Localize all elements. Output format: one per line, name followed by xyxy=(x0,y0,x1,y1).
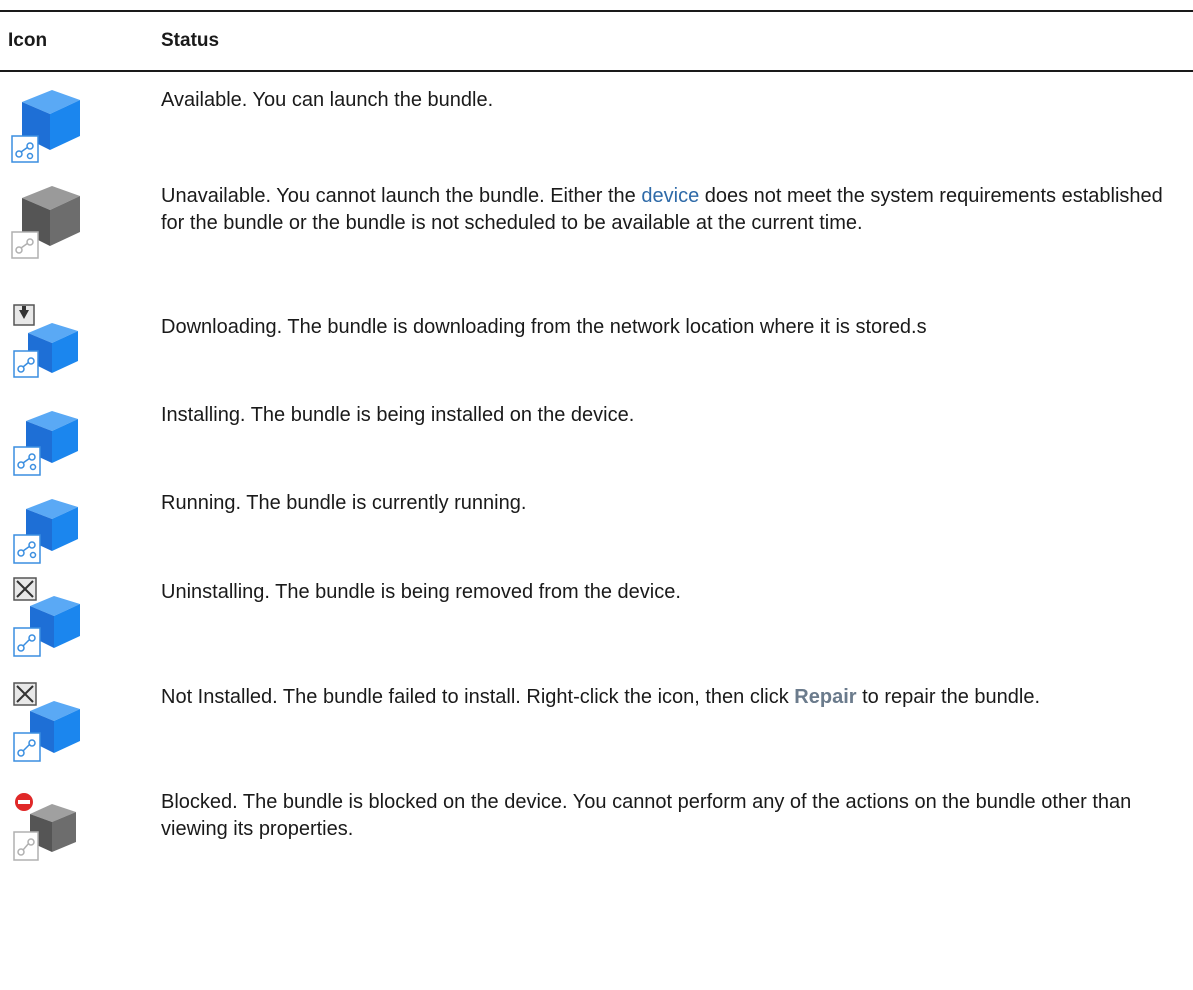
table-row: Unavailable. You cannot launch the bundl… xyxy=(0,168,1193,299)
table-row: Installing. The bundle is being installe… xyxy=(0,387,1193,476)
bundle-downloading-icon xyxy=(13,304,78,378)
status-text: Not Installed. The bundle failed to inst… xyxy=(161,669,1181,774)
bundle-not-installed-icon xyxy=(13,682,80,762)
status-table: Icon Status Available. You can launch th… xyxy=(0,10,1193,864)
table-row: Available. You can launch the bundle. xyxy=(0,72,1193,168)
table-row: Running. The bundle is currently running… xyxy=(0,475,1193,564)
table-row: Blocked. The bundle is blocked on the de… xyxy=(0,774,1193,864)
status-text: Installing. The bundle is being installe… xyxy=(161,404,635,426)
status-text-part: to repair the bundle. xyxy=(856,686,1041,708)
bundle-unavailable-icon xyxy=(11,186,80,259)
table-row: Not Installed. The bundle failed to inst… xyxy=(0,669,1193,774)
repair-menu-term: Repair xyxy=(794,686,857,708)
status-text: Downloading. The bundle is downloading f… xyxy=(161,316,927,338)
column-header-icon: Icon xyxy=(8,30,48,51)
status-text: Unavailable. You cannot launch the bundl… xyxy=(161,168,1181,299)
status-text: Available. You can launch the bundle. xyxy=(161,89,494,111)
status-text-part: Not Installed. The bundle failed to inst… xyxy=(161,686,795,708)
device-link[interactable]: device xyxy=(641,185,699,207)
status-text-part: Unavailable. You cannot launch the bundl… xyxy=(161,185,642,207)
status-text: Running. The bundle is currently running… xyxy=(161,492,527,514)
table-header: Icon Status xyxy=(0,12,1193,72)
table-row: Downloading. The bundle is downloading f… xyxy=(0,299,1193,387)
bundle-blocked-icon xyxy=(13,793,76,861)
bundle-running-icon xyxy=(13,499,78,564)
bundle-installing-icon xyxy=(13,411,78,476)
bundle-uninstalling-icon xyxy=(13,577,80,657)
column-header-status: Status xyxy=(161,30,220,51)
bundle-available-icon xyxy=(11,90,80,163)
table-row: Uninstalling. The bundle is being remove… xyxy=(0,564,1193,669)
status-text: Uninstalling. The bundle is being remove… xyxy=(161,581,681,603)
status-text: Blocked. The bundle is blocked on the de… xyxy=(161,791,1132,840)
